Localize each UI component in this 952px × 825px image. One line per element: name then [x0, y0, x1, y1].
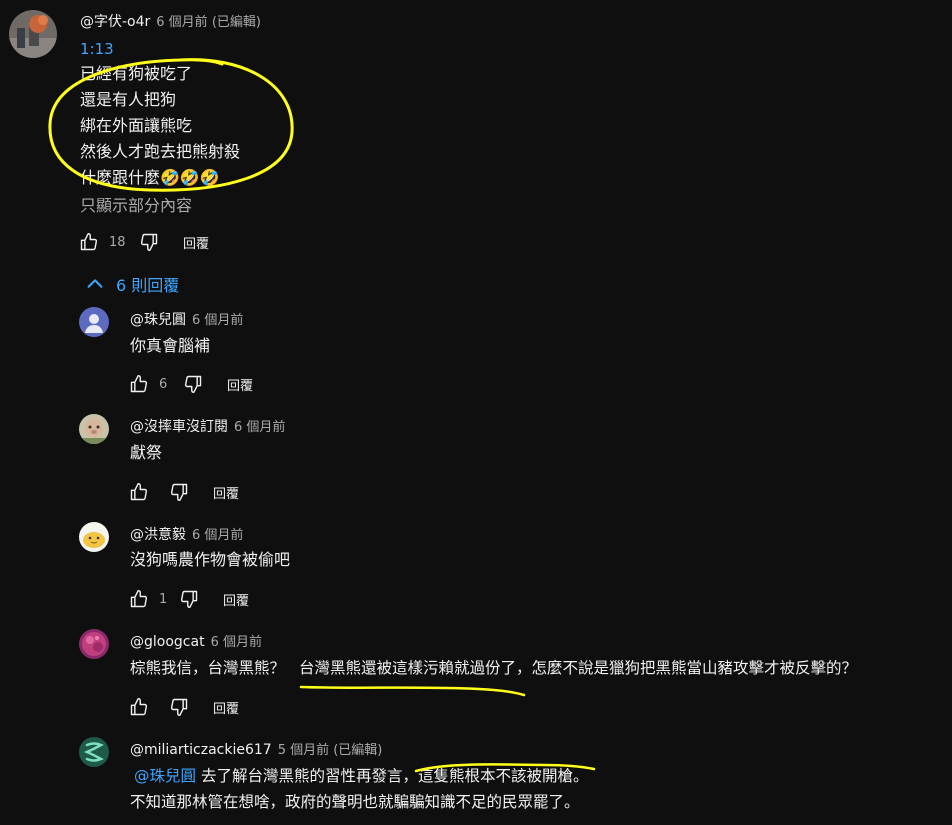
reply-button[interactable]: 回覆 — [223, 590, 249, 609]
avatar[interactable] — [79, 629, 109, 659]
reply-text: 你真會腦補 — [130, 336, 211, 355]
reply-time[interactable]: 6 個月前 — [192, 528, 243, 543]
comment-header: @字伏-o4r 6 個月前 (已編輯) — [80, 11, 261, 31]
reply-text-part: 台灣黑熊還被這樣污賴就過份了 — [299, 659, 517, 677]
like-icon[interactable] — [127, 695, 151, 719]
reply-line: @珠兒圓 去了解台灣黑熊的習性再發言，這隻熊根本不該被開槍。 — [130, 763, 596, 789]
reply-text: 棕熊我信，台灣黑熊？ 台灣黑熊還被這樣污賴就過份了 ，怎麼不說是獵狗把黑熊當山豬攻擊… — [130, 655, 858, 697]
like-icon[interactable] — [127, 480, 151, 504]
like-count: 6 — [159, 376, 168, 392]
reply-time[interactable]: 6 個月前 — [192, 313, 243, 328]
reply-header: @珠兒圓 6 個月前 — [130, 309, 243, 329]
annotation-underline — [299, 685, 526, 697]
reply-time[interactable]: 6 個月前 — [211, 635, 262, 650]
replies-count-label: 6 則回覆 — [116, 276, 180, 295]
dislike-icon[interactable] — [167, 695, 191, 719]
annotation-underline — [414, 763, 596, 773]
reply-text-part: ，怎麼不說是獵狗把黑熊當山豬攻擊才被反擊的？ — [516, 659, 858, 677]
reply-actions: 回覆 — [127, 695, 239, 719]
like-icon[interactable] — [77, 230, 101, 254]
reply-actions: 1 回覆 — [127, 587, 249, 611]
reply-text: @珠兒圓 去了解台灣黑熊的習性再發言，這隻熊根本不該被開槍。 不知道那林管在想啥… — [130, 763, 596, 815]
dislike-icon[interactable] — [167, 480, 191, 504]
avatar[interactable] — [79, 522, 109, 552]
reply-button[interactable]: 回覆 — [183, 233, 209, 252]
reply-button[interactable]: 回覆 — [213, 698, 239, 717]
avatar[interactable] — [9, 10, 57, 58]
reply-text: 沒狗嗎農作物會被偷吧 — [130, 550, 291, 569]
annotation-ellipse — [48, 58, 294, 192]
mention-link[interactable]: @珠兒圓 — [134, 767, 196, 785]
avatar[interactable] — [79, 737, 109, 767]
avatar[interactable] — [79, 414, 109, 444]
reply-actions: 6 回覆 — [127, 372, 253, 396]
author-handle[interactable]: @洪意毅 — [130, 527, 186, 543]
reply-time[interactable]: 6 個月前 — [234, 420, 285, 435]
like-icon[interactable] — [127, 587, 151, 611]
comment-actions: 18 回覆 — [77, 230, 209, 254]
reply-time[interactable]: 5 個月前 (已編輯) — [278, 743, 383, 758]
reply-line: 不知道那林管在想啥，政府的聲明也就騙騙知識不足的民眾罷了。 — [130, 793, 580, 811]
replies-toggle[interactable]: 6 則回覆 — [84, 272, 179, 296]
author-handle[interactable]: @gloogcat — [130, 634, 205, 650]
reply-header: @沒摔車沒訂閱 6 個月前 — [130, 416, 285, 436]
dislike-icon[interactable] — [177, 587, 201, 611]
annotated-text: 台灣黑熊還被這樣污賴就過份了 — [299, 659, 526, 697]
reply-text-part: 棕熊我信，台灣黑熊？ — [130, 659, 286, 677]
reply-button[interactable]: 回覆 — [227, 375, 253, 394]
reply-header: @miliarticzackie617 5 個月前 (已編輯) — [130, 739, 382, 758]
like-count: 18 — [109, 234, 126, 250]
annotated-text: 這隻熊根本不該被開槍 — [414, 763, 596, 785]
dislike-icon[interactable] — [137, 230, 161, 254]
reply-button[interactable]: 回覆 — [213, 483, 239, 502]
author-handle[interactable]: @珠兒圓 — [130, 312, 186, 328]
reply-text: 獻祭 — [130, 443, 163, 462]
avatar[interactable] — [79, 307, 109, 337]
reply-actions: 回覆 — [127, 480, 239, 504]
dislike-icon[interactable] — [181, 372, 205, 396]
reply-text-part: 去了解台灣黑熊的習性再發言， — [200, 767, 418, 785]
reply-header: @gloogcat 6 個月前 — [130, 631, 262, 650]
author-handle[interactable]: @沒摔車沒訂閱 — [130, 419, 228, 435]
chevron-up-icon — [84, 273, 106, 295]
reply-header: @洪意毅 6 個月前 — [130, 524, 243, 544]
like-count: 1 — [159, 591, 168, 607]
author-handle[interactable]: @字伏-o4r — [80, 14, 150, 30]
comment-time[interactable]: 6 個月前 (已編輯) — [156, 15, 261, 30]
like-icon[interactable] — [127, 372, 151, 396]
author-handle[interactable]: @miliarticzackie617 — [130, 742, 272, 758]
